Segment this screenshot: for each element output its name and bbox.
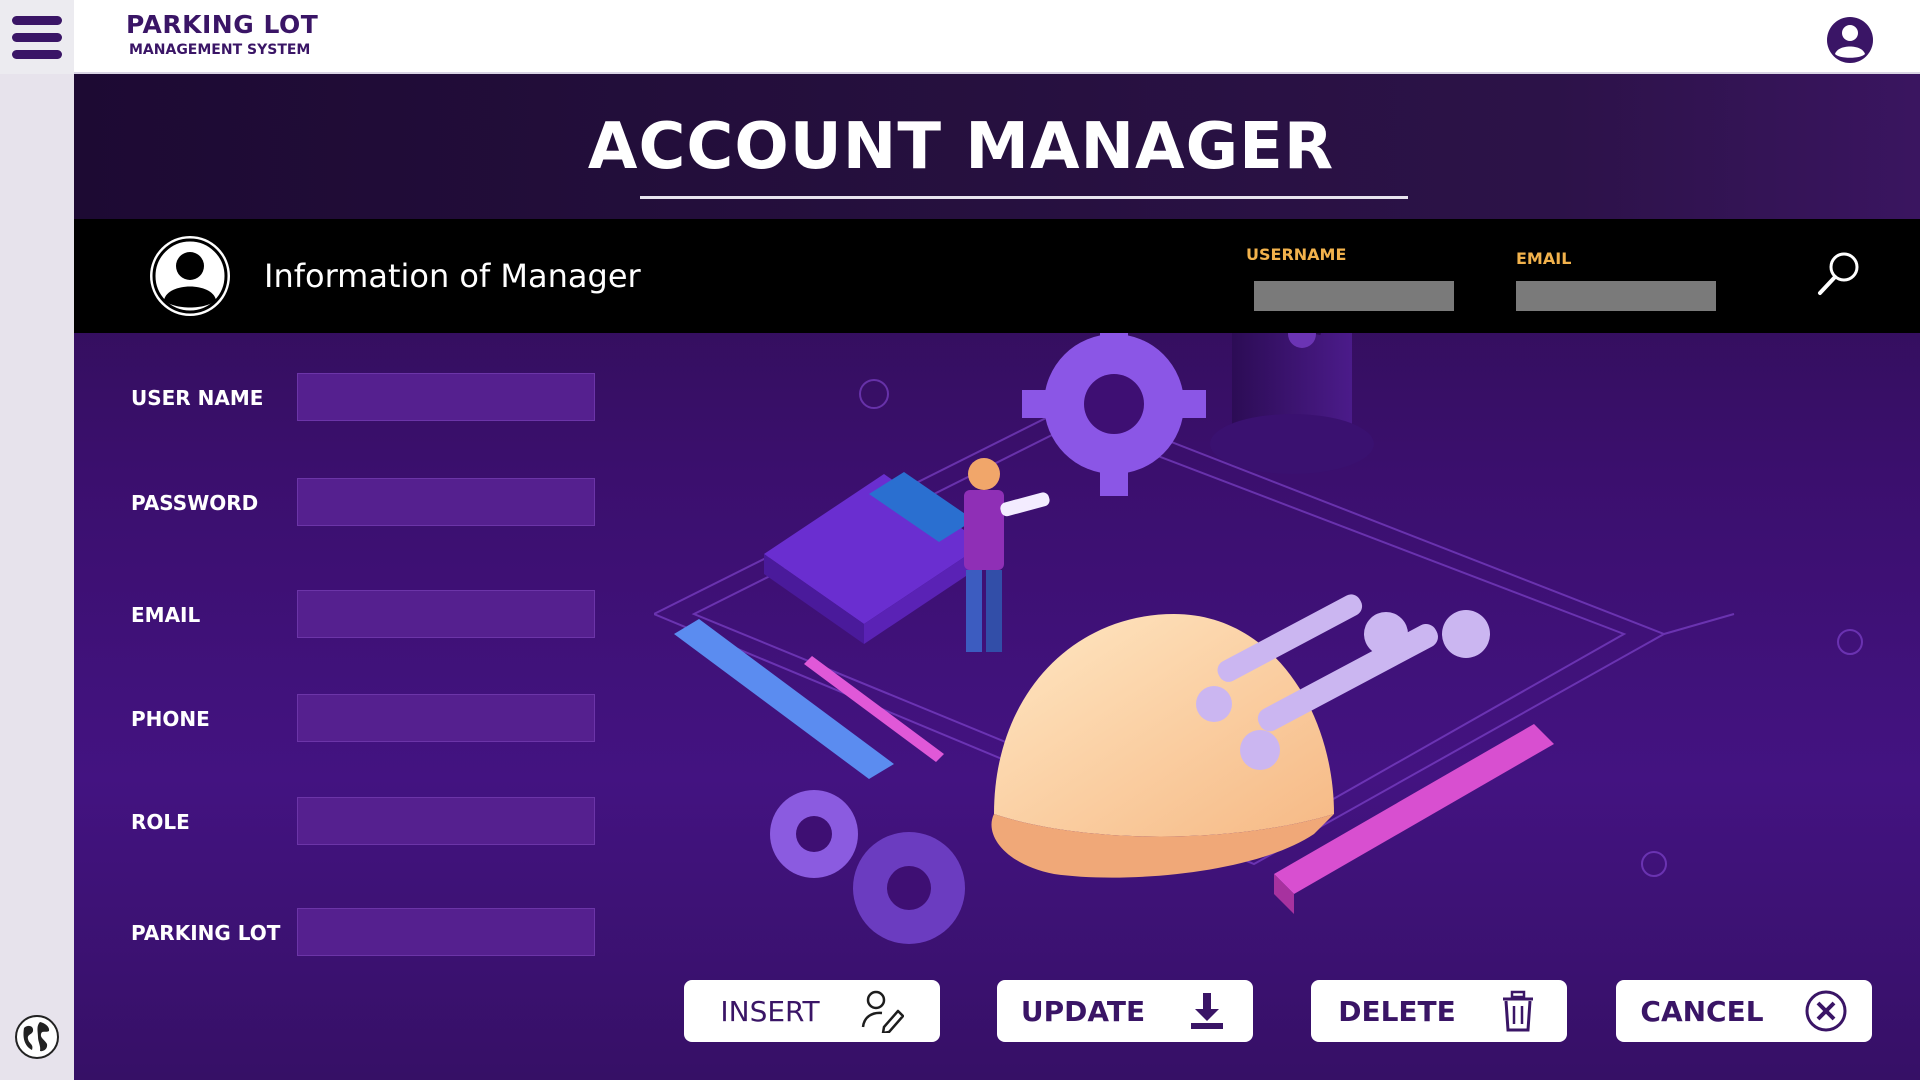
update-button-label: UPDATE (1020, 994, 1146, 1028)
role-label: ROLE (131, 810, 190, 834)
page-title: ACCOUNT MANAGER (587, 110, 1335, 184)
phone-label: PHONE (131, 707, 210, 731)
calculator-shape (764, 472, 984, 644)
password-label: PASSWORD (131, 491, 259, 515)
top-bar: PARKING LOT MANAGEMENT SYSTEM (0, 0, 1920, 74)
magnifier-icon (1818, 252, 1859, 295)
info-title: Information of Manager (264, 257, 641, 295)
trash-icon (1502, 990, 1533, 1032)
insert-button-label: INSERT (720, 994, 820, 1028)
menu-line (12, 15, 62, 25)
email-filter-input[interactable] (1516, 281, 1716, 311)
email-filter-label: EMAIL (1516, 249, 1572, 268)
username-filter-input[interactable] (1254, 281, 1454, 311)
delete-button-label: DELETE (1338, 994, 1456, 1028)
brand-title: PARKING LOT (126, 10, 319, 39)
sidebar (0, 74, 74, 1080)
username-filter-label: USERNAME (1246, 245, 1347, 264)
search-button[interactable] (1814, 249, 1864, 299)
role-field[interactable] (297, 797, 595, 845)
phone-field[interactable] (297, 694, 595, 742)
info-bar: Information of Manager USERNAME EMAIL (74, 219, 1920, 333)
main-panel: ACCOUNT MANAGER Information of Manager U… (74, 74, 1920, 1080)
insert-button[interactable]: INSERT (684, 980, 940, 1042)
brand: PARKING LOT MANAGEMENT SYSTEM (126, 10, 318, 58)
hamburger-menu-button[interactable] (0, 0, 74, 74)
cancel-button-label: CANCEL (1640, 994, 1764, 1028)
user-profile-button[interactable] (1826, 16, 1874, 64)
email-field[interactable] (297, 590, 595, 638)
manager-avatar-icon (150, 236, 230, 316)
small-gears-shape (770, 790, 965, 944)
menu-line (12, 32, 62, 42)
parking-lot-label: PARKING LOT (131, 921, 281, 945)
title-underline (640, 196, 1408, 199)
update-button[interactable]: UPDATE (997, 980, 1253, 1042)
worker-shape (964, 458, 1050, 652)
brand-subtitle: MANAGEMENT SYSTEM (129, 42, 311, 58)
delete-button[interactable]: DELETE (1311, 980, 1567, 1042)
download-icon (1191, 993, 1224, 1029)
language-button[interactable] (14, 1014, 60, 1060)
globe-icon (15, 1015, 59, 1059)
parking-lot-field[interactable] (297, 908, 595, 956)
email-label: EMAIL (131, 603, 201, 627)
username-label: USER NAME (131, 386, 264, 410)
user-circle-icon (1827, 17, 1873, 63)
user-edit-icon (861, 990, 904, 1033)
menu-line (12, 49, 62, 59)
large-gear-shape (1022, 312, 1206, 496)
close-circle-icon (1805, 990, 1847, 1032)
username-field[interactable] (297, 373, 595, 421)
cancel-button[interactable]: CANCEL (1616, 980, 1872, 1042)
password-field[interactable] (297, 478, 595, 526)
